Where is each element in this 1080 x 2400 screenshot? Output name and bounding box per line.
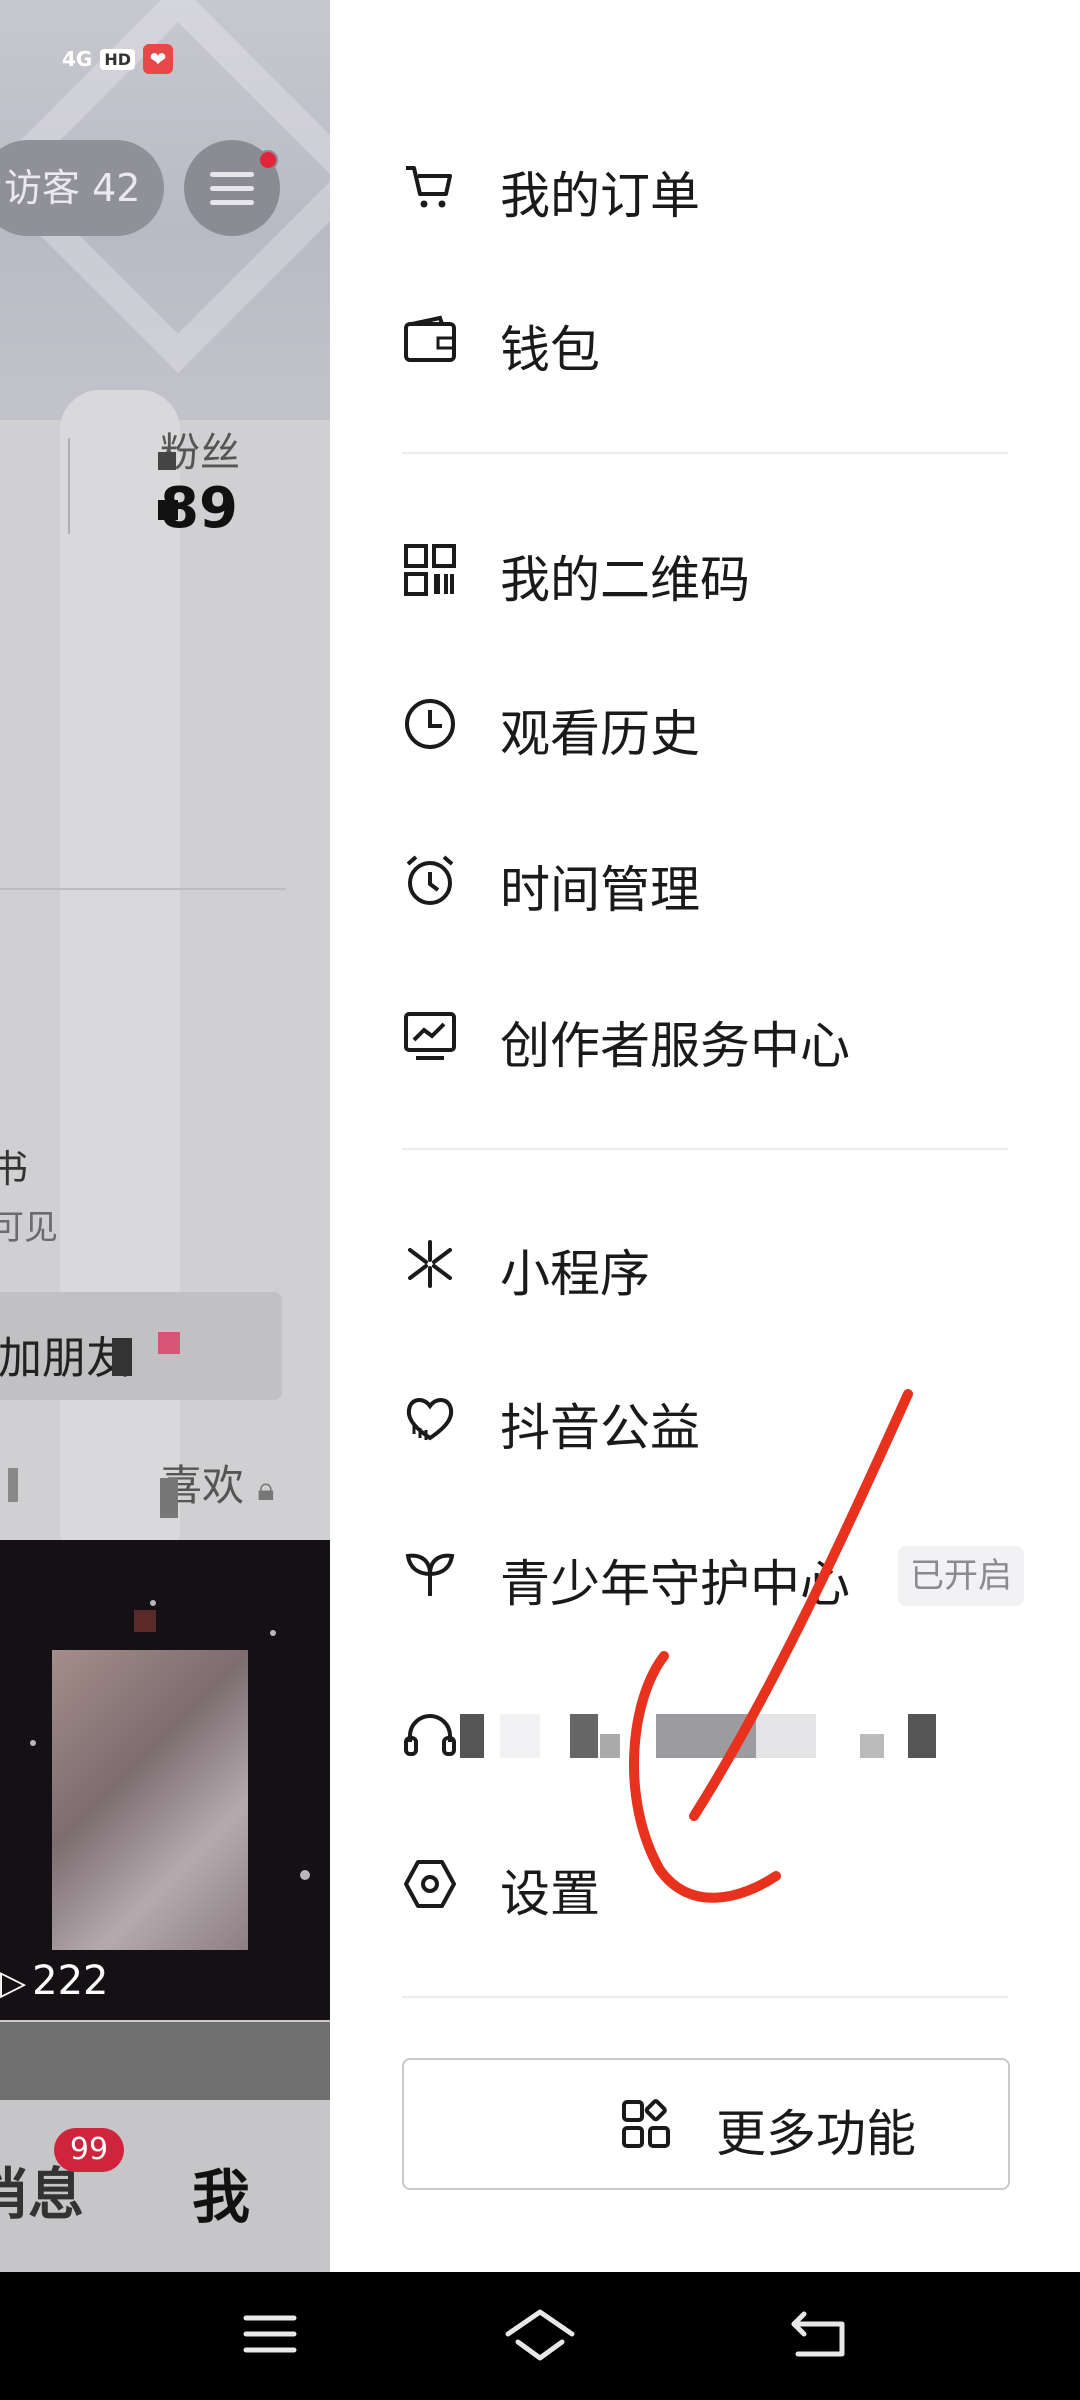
menu-item-teen-protection[interactable]: 青少年守护中心 已开启 <box>330 1514 1080 1634</box>
menu-item-orders[interactable]: 我的订单 <box>330 126 1080 246</box>
menu-item-charity[interactable]: 抖音公益 <box>330 1358 1080 1478</box>
visibility-label: 可见 <box>0 1208 58 1248</box>
background-profile-page[interactable]: 4G HD ❤ 访客 42 粉丝 89 书 可见 加朋友 喜欢 🔒︎ ▷ 222… <box>0 0 330 2272</box>
menu-divider <box>402 452 1008 454</box>
menu-label-creator-center: 创作者服务中心 <box>500 1017 850 1075</box>
menu-item-creator-center[interactable]: 创作者服务中心 <box>330 976 1080 1096</box>
visitor-count-pill[interactable]: 访客 42 <box>0 140 165 236</box>
book-label: 书 <box>0 1147 29 1191</box>
stat-divider <box>68 438 70 534</box>
lock-icon: 🔒︎ <box>257 1470 275 1508</box>
menu-item-customer-service[interactable] <box>330 1678 1080 1798</box>
sparkle <box>270 1630 276 1636</box>
settings-hexagon-icon <box>404 1860 456 1908</box>
sparkle <box>300 1870 310 1880</box>
tab-me[interactable]: 我 <box>192 2150 250 2234</box>
hd-indicator: HD <box>100 48 136 70</box>
mosaic-pixel <box>160 1478 178 1518</box>
heart-app-icon: ❤ <box>143 44 174 74</box>
menu-item-time-management[interactable]: 时间管理 <box>330 820 1080 940</box>
video-thumbnail[interactable]: ▷ 222 <box>0 1540 330 2020</box>
play-count-value: 222 <box>32 1958 109 2004</box>
bottom-tab-bar: 消息 99 我 <box>0 2100 330 2272</box>
mosaic-pixel <box>112 1338 132 1376</box>
visitor-count-label: 访客 42 <box>4 166 141 210</box>
menu-label-settings: 设置 <box>500 1865 600 1923</box>
mosaic-pixel <box>158 500 178 520</box>
more-features-label: 更多功能 <box>716 2105 916 2163</box>
back-icon[interactable] <box>780 2302 860 2366</box>
menu-label-teen-protection: 青少年守护中心 <box>500 1555 850 1613</box>
menu-label-mini-programs: 小程序 <box>500 1245 650 1303</box>
menu-label-time-management: 时间管理 <box>500 861 700 919</box>
notification-dot <box>258 150 278 170</box>
hamburger-icon-line <box>210 200 254 205</box>
mosaic-pixel <box>158 452 176 470</box>
lock-icon <box>8 1468 18 1502</box>
sparkle <box>30 1740 36 1746</box>
grid-apps-icon <box>622 2099 670 2148</box>
menu-item-qr-code[interactable]: 我的二维码 <box>330 510 1080 630</box>
cart-icon <box>406 166 452 208</box>
monitor-chart-icon <box>404 1012 456 1060</box>
menu-label-orders: 我的订单 <box>500 167 700 225</box>
redacted-label <box>460 1714 940 1764</box>
more-features-button[interactable]: 更多功能 <box>402 2058 1010 2190</box>
add-friend-button[interactable]: 加朋友 <box>0 1292 282 1400</box>
menu-label-watch-history: 观看历史 <box>500 705 700 763</box>
home-icon[interactable] <box>500 2302 580 2366</box>
add-friend-label: 加朋友 <box>0 1333 130 1384</box>
menu-label-charity: 抖音公益 <box>500 1399 700 1457</box>
system-navigation-bar <box>0 2272 1080 2400</box>
side-drawer: 我的订单 钱包 我的二维码 观看历史 时间管理 创作者服务中心 小程序 抖音公益… <box>330 0 1080 2272</box>
menu-item-settings[interactable]: 设置 <box>330 1824 1080 1944</box>
menu-button[interactable] <box>184 140 280 236</box>
video-thumbnail-next[interactable] <box>0 2022 330 2100</box>
play-count: ▷ 222 <box>0 1958 109 2004</box>
charity-heart-icon <box>406 1398 454 1441</box>
mosaic-pixel <box>158 1332 180 1354</box>
hamburger-icon <box>210 172 254 177</box>
clock-icon <box>405 699 455 749</box>
alarm-clock-icon <box>406 855 454 905</box>
sprout-icon <box>405 1553 455 1596</box>
menu-divider <box>402 1148 1008 1150</box>
menu-item-watch-history[interactable]: 观看历史 <box>330 664 1080 784</box>
menu-item-mini-programs[interactable]: 小程序 <box>330 1204 1080 1324</box>
network-indicator: 4G <box>62 47 93 71</box>
status-badge: 已开启 <box>898 1546 1024 1606</box>
section-divider <box>0 888 286 890</box>
play-icon: ▷ <box>0 1963 27 2003</box>
mosaic-pixel <box>134 1610 156 1632</box>
hamburger-icon-line <box>210 186 254 191</box>
messages-badge: 99 <box>54 2128 124 2172</box>
thumbnail-image <box>52 1650 248 1950</box>
menu-icon[interactable] <box>230 2302 310 2366</box>
menu-label-qr-code: 我的二维码 <box>500 551 750 609</box>
qr-code-icon <box>404 544 456 596</box>
menu-divider <box>402 1996 1008 1998</box>
status-bar: 4G HD ❤ <box>62 44 174 74</box>
menu-label-wallet: 钱包 <box>500 321 600 379</box>
sparkle <box>150 1600 156 1606</box>
wallet-icon <box>404 315 456 362</box>
menu-item-wallet[interactable]: 钱包 <box>330 280 1080 400</box>
headset-icon <box>404 1713 456 1756</box>
mini-program-icon <box>408 1240 452 1288</box>
